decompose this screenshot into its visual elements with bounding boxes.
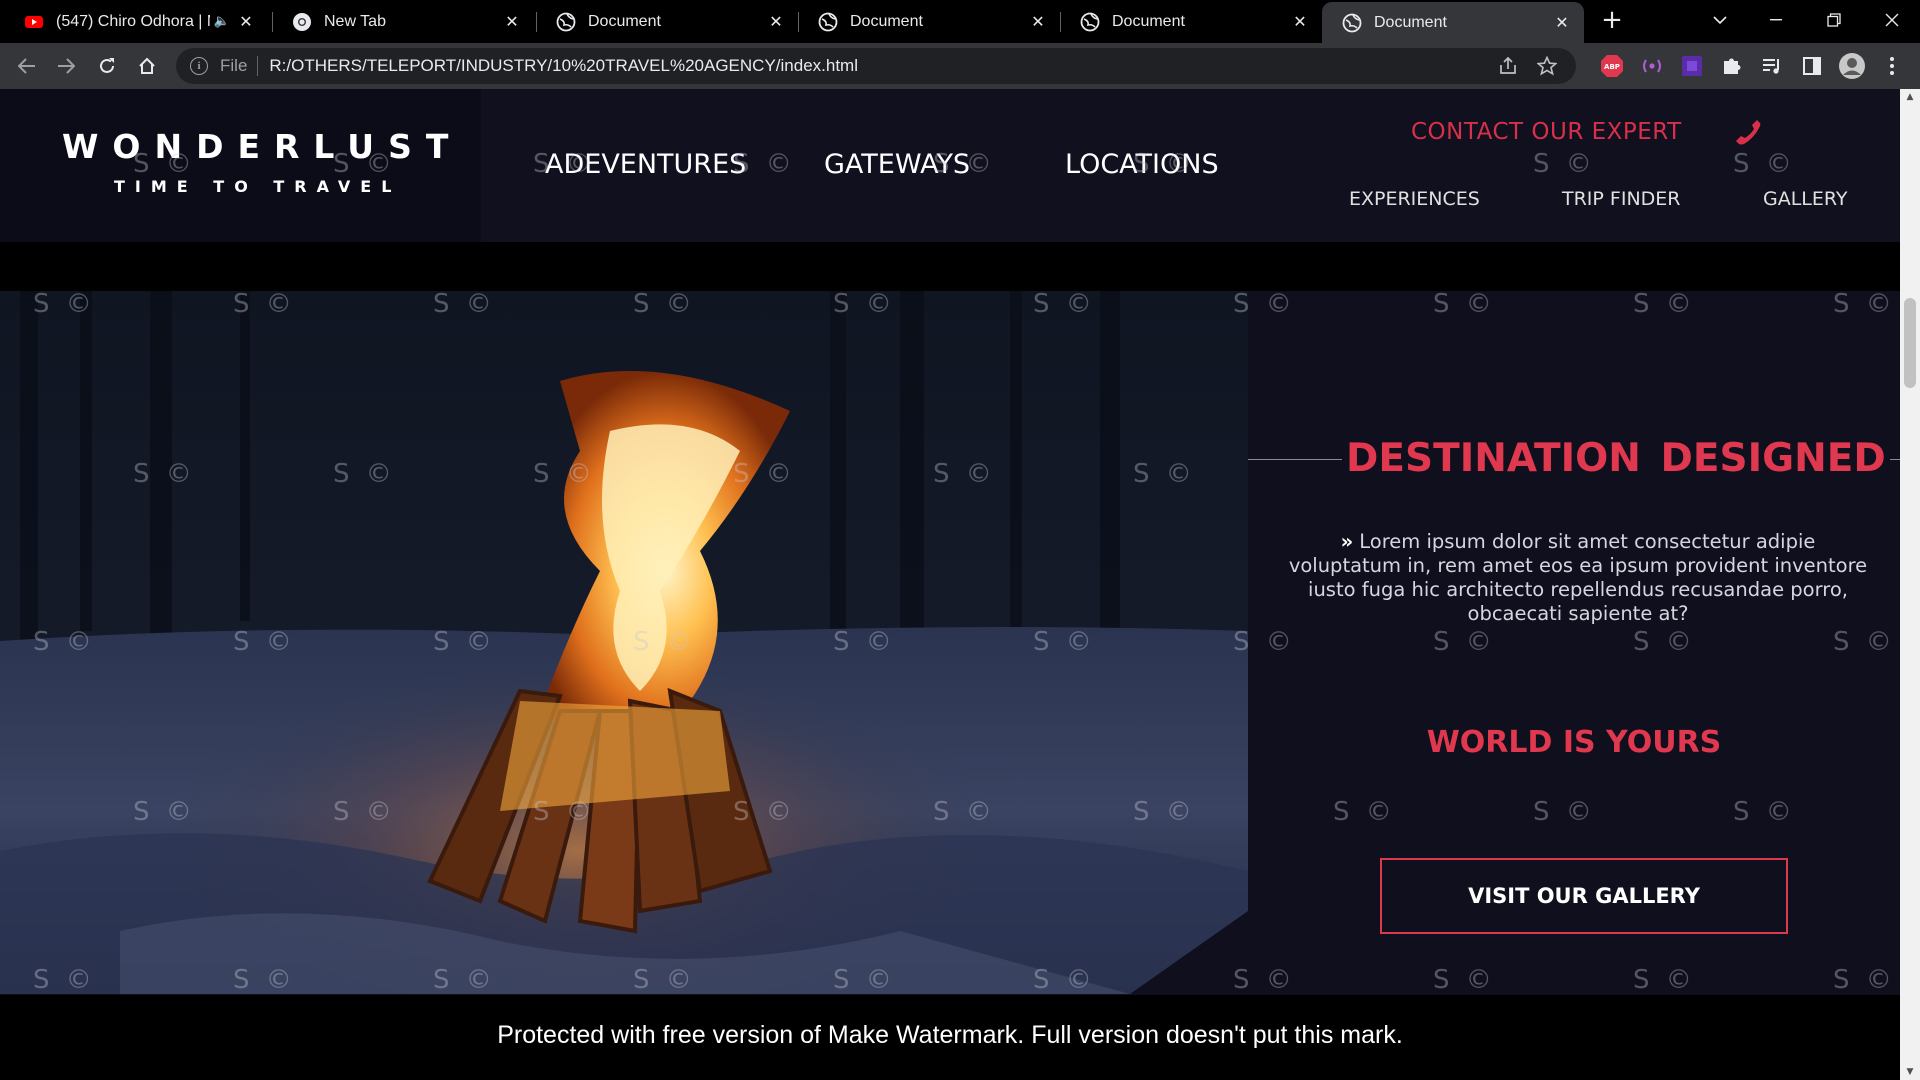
hero-description-text: Lorem ipsum dolor sit amet consectetur a…	[1288, 530, 1868, 625]
abp-icon[interactable]: ABP	[1598, 52, 1626, 80]
watermark-notice: Protected with free version of Make Wate…	[497, 1021, 1403, 1049]
tab-document-3[interactable]: Document ✕	[1060, 0, 1322, 43]
double-chevron-right-icon: »	[1340, 530, 1354, 553]
sidepanel-icon[interactable]	[1798, 52, 1826, 80]
address-bar[interactable]: i File R:/OTHERS/TELEPORT/INDUSTRY/10%20…	[176, 48, 1576, 84]
contact-expert-link[interactable]: CONTACT OUR EXPERT	[1411, 119, 1682, 145]
globe-icon	[818, 12, 838, 31]
reload-icon[interactable]	[89, 43, 125, 89]
tab-new-tab[interactable]: New Tab ✕	[272, 0, 534, 43]
tab-youtube[interactable]: (547) Chiro Odhora | M 🔈 ✕	[4, 0, 268, 43]
site-logo[interactable]: WONDERLUST TIME TO TRAVEL	[0, 89, 481, 242]
radio-icon[interactable]	[1638, 52, 1666, 80]
close-tab-icon[interactable]: ✕	[766, 12, 786, 31]
tab-title: Document	[1374, 13, 1447, 31]
share-icon[interactable]	[1498, 56, 1518, 80]
subnav-gallery[interactable]: GALLERY	[1763, 188, 1848, 210]
back-arrow-icon[interactable]	[9, 43, 45, 89]
minimize-icon[interactable]	[1756, 0, 1796, 40]
nav-gateways[interactable]: GATEWAYS	[824, 149, 970, 180]
youtube-icon	[25, 15, 43, 28]
phone-icon[interactable]	[1733, 117, 1763, 147]
close-window-icon[interactable]	[1872, 0, 1912, 40]
close-tab-icon[interactable]: ✕	[502, 12, 522, 31]
campfire-photo	[0, 291, 1248, 994]
address-divider	[257, 56, 259, 76]
header-divider-band	[0, 242, 1900, 291]
tab-search-chevron-icon[interactable]	[1700, 0, 1740, 40]
logo-tagline: TIME TO TRAVEL	[114, 177, 402, 196]
visit-gallery-button[interactable]: VISIT OUR GALLERY	[1380, 858, 1788, 934]
home-icon[interactable]	[129, 43, 165, 89]
puzzle-icon[interactable]	[1718, 52, 1746, 80]
chrome-icon	[293, 12, 311, 31]
page-scrollbar[interactable]: ▲ ▼	[1900, 89, 1920, 1080]
close-tab-icon[interactable]: ✕	[236, 12, 256, 31]
hero-content: DESTINATION DESIGNED » Lorem ipsum dolor …	[1248, 291, 1900, 994]
purple-ext-icon[interactable]	[1678, 52, 1706, 80]
url-text[interactable]: R:/OTHERS/TELEPORT/INDUSTRY/10%20TRAVEL%…	[269, 56, 858, 76]
globe-icon	[556, 12, 576, 31]
logo-brand: WONDERLUST	[62, 127, 463, 166]
tab-title: New Tab	[324, 12, 386, 30]
scheme-label: File	[220, 56, 248, 75]
close-tab-icon[interactable]: ✕	[1028, 12, 1048, 31]
subnav-trip-finder[interactable]: TRIP FINDER	[1562, 188, 1681, 210]
media-icon[interactable]	[1758, 52, 1786, 80]
scrollbar-thumb[interactable]	[1904, 298, 1916, 388]
new-tab-button[interactable]: +	[1594, 0, 1630, 40]
close-tab-icon[interactable]: ✕	[1552, 13, 1572, 32]
scroll-down-arrow-icon[interactable]: ▼	[1900, 1064, 1920, 1080]
svg-text:ABP: ABP	[1604, 63, 1620, 71]
restore-icon[interactable]	[1814, 0, 1854, 40]
close-tab-icon[interactable]: ✕	[1290, 12, 1310, 31]
tab-document-1[interactable]: Document ✕	[536, 0, 798, 43]
tab-document-active[interactable]: Document ✕	[1322, 2, 1584, 43]
forward-arrow-icon[interactable]	[48, 43, 84, 89]
hero-title: DESTINATION DESIGNED	[1342, 436, 1890, 481]
tab-title: Document	[1112, 12, 1185, 30]
tab-title: Document	[850, 12, 923, 30]
profile-avatar[interactable]	[1838, 52, 1866, 80]
site-header: WONDERLUST TIME TO TRAVEL ADEVENTURES GA…	[0, 89, 1900, 242]
web-page: WONDERLUST TIME TO TRAVEL ADEVENTURES GA…	[0, 89, 1900, 1080]
globe-icon	[1342, 13, 1362, 32]
hero-description: » Lorem ipsum dolor sit amet consectetur …	[1288, 530, 1868, 626]
scroll-up-arrow-icon[interactable]: ▲	[1900, 89, 1920, 105]
nav-locations[interactable]: LOCATIONS	[1065, 149, 1219, 180]
tab-title: (547) Chiro Odhora | M	[56, 12, 210, 30]
globe-icon	[1080, 12, 1100, 31]
menu-kebab-icon[interactable]	[1878, 52, 1906, 80]
muted-speaker-icon[interactable]: 🔈	[214, 14, 230, 29]
nav-adventures[interactable]: ADEVENTURES	[545, 149, 746, 180]
hero-subtitle: WORLD IS YOURS	[1426, 725, 1722, 760]
browser-toolbar: i File R:/OTHERS/TELEPORT/INDUSTRY/10%20…	[0, 43, 1920, 89]
tab-strip: (547) Chiro Odhora | M 🔈 ✕ New Tab ✕ Doc…	[0, 0, 1920, 43]
tab-title: Document	[588, 12, 661, 30]
subnav-experiences[interactable]: EXPERIENCES	[1349, 188, 1480, 210]
hero-section: DESTINATION DESIGNED » Lorem ipsum dolor …	[0, 291, 1900, 1080]
site-info-icon[interactable]: i	[190, 57, 208, 75]
tab-document-2[interactable]: Document ✕	[798, 0, 1060, 43]
bookmark-star-icon[interactable]	[1536, 55, 1558, 80]
